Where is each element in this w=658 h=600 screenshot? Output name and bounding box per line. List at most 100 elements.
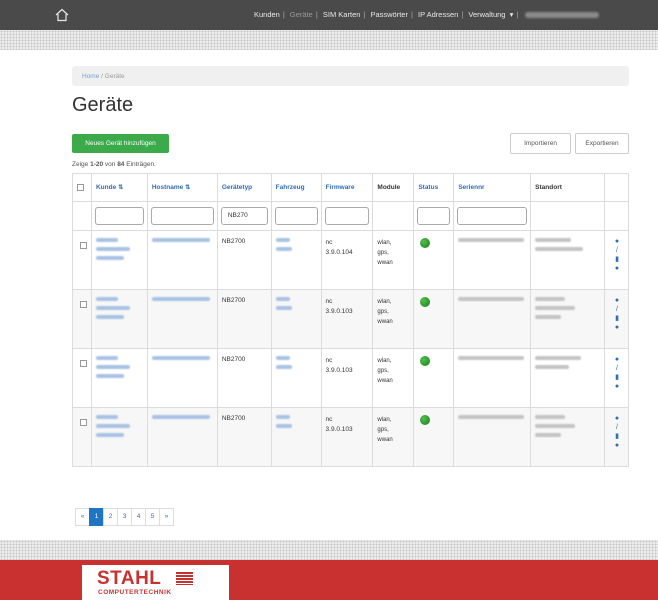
table-row[interactable]: NB2700 nc 3.9.0.103 wlan, gps, wwan ● / ▮ ●	[72, 407, 629, 467]
edit-icon[interactable]: /	[609, 423, 625, 432]
pagination: « 1 2 3 4 5 »	[75, 508, 174, 526]
sort-icon[interactable]: ⇅	[118, 184, 123, 191]
delete-icon[interactable]: ▮	[609, 373, 625, 382]
cell-fahrzeug[interactable]	[270, 407, 322, 467]
col-hostname[interactable]: Hostname ⇅	[146, 173, 218, 202]
view-icon[interactable]: ●	[609, 296, 625, 305]
table-row[interactable]: NB2700 nc 3.9.0.103 wlan, gps, wwan ● / ▮ ●	[72, 289, 629, 349]
cell-firmware[interactable]: nc 3.9.0.104	[320, 230, 374, 290]
view-icon[interactable]: ●	[609, 414, 625, 423]
cell-firmware[interactable]: nc 3.9.0.103	[320, 289, 374, 349]
cell-seriennr	[453, 230, 532, 290]
table-row[interactable]: NB2700 nc 3.9.0.104 wlan, gps, wwan ● / ▮ ●	[72, 230, 629, 290]
pagination-prev[interactable]: «	[75, 508, 90, 526]
filter-status-input[interactable]	[417, 207, 451, 225]
col-fahrzeug[interactable]: Fahrzeug	[270, 173, 322, 202]
filter-kunde-input[interactable]	[94, 207, 144, 225]
nav-item-kunden[interactable]: Kunden	[254, 10, 280, 19]
pagination-page-5[interactable]: 5	[145, 508, 160, 526]
col-firmware[interactable]: Firmware	[320, 173, 374, 202]
filter-fahrzeug-input[interactable]	[274, 207, 318, 225]
view-icon[interactable]: ●	[609, 355, 625, 364]
pagination-page-2[interactable]: 2	[103, 508, 118, 526]
delete-icon[interactable]: ▮	[609, 255, 625, 264]
col-module: Module	[372, 173, 415, 202]
nav-item-sim-karten[interactable]: SIM Karten	[323, 10, 361, 19]
filter-hostname-input[interactable]	[150, 207, 214, 225]
delete-icon[interactable]: ▮	[609, 432, 625, 441]
import-button[interactable]: Importieren	[510, 133, 571, 154]
col-geraetetyp[interactable]: Gerätetyp	[216, 173, 272, 202]
edit-icon[interactable]: /	[609, 246, 625, 255]
cell-hostname[interactable]	[146, 348, 218, 408]
header-pattern	[0, 30, 658, 50]
devices-table: Kunde ⇅ Hostname ⇅ Gerätetyp Fahrzeug Firm…	[72, 173, 629, 467]
result-counter: Zeige 1-20 von 84 Einträgen.	[72, 161, 156, 168]
cell-seriennr	[453, 407, 532, 467]
sort-icon[interactable]: ⇅	[185, 184, 190, 191]
cell-hostname[interactable]	[146, 289, 218, 349]
user-menu[interactable]	[525, 12, 600, 19]
select-all-checkbox[interactable]	[77, 184, 84, 191]
cell-standort	[530, 289, 606, 349]
add-device-button[interactable]: Neues Gerät hinzufügen	[72, 134, 169, 153]
col-status[interactable]: Status	[413, 173, 455, 202]
row-checkbox[interactable]	[80, 301, 87, 308]
breadcrumb: Home / Geräte	[72, 66, 629, 86]
row-checkbox[interactable]	[80, 419, 87, 426]
cell-firmware[interactable]: nc 3.9.0.103	[320, 407, 374, 467]
delete-icon[interactable]: ▮	[609, 314, 625, 323]
main-content: Home / Geräte Geräte Neues Gerät hinzufü…	[22, 50, 652, 540]
home-icon[interactable]	[55, 8, 69, 22]
nav-item-passwoerter[interactable]: Passwörter	[370, 10, 408, 19]
export-button[interactable]: Exportieren	[575, 133, 629, 154]
view-icon[interactable]: ●	[609, 237, 625, 246]
company-logo: STAHL COMPUTERTECHNIK	[82, 565, 229, 600]
pagination-page-4[interactable]: 4	[131, 508, 146, 526]
cell-geraetetyp: NB2700	[216, 230, 272, 290]
pagination-page-3[interactable]: 3	[117, 508, 132, 526]
cell-fahrzeug[interactable]	[270, 230, 322, 290]
pagination-next[interactable]: »	[159, 508, 174, 526]
nav-item-ip-adressen[interactable]: IP Adressen	[418, 10, 458, 19]
table-row[interactable]: NB2700 nc 3.9.0.103 wlan, gps, wwan ● / ▮ ●	[72, 348, 629, 408]
cell-fahrzeug[interactable]	[270, 348, 322, 408]
edit-icon[interactable]: /	[609, 364, 625, 373]
main-nav: Kunden | Geräte | SIM Karten | Passwörter | …	[253, 10, 600, 19]
pagination-page-1[interactable]: 1	[89, 508, 104, 526]
col-standort: Standort	[530, 173, 606, 202]
col-kunde[interactable]: Kunde ⇅	[90, 173, 148, 202]
refresh-icon[interactable]: ●	[609, 441, 625, 450]
footer-pattern	[0, 540, 658, 560]
dropdown-caret-icon[interactable]: ▾	[510, 10, 514, 19]
top-navbar: Kunden | Geräte | SIM Karten | Passwörter | …	[0, 0, 658, 30]
nav-item-geraete[interactable]: Geräte	[290, 10, 313, 19]
filter-firmware-input[interactable]	[324, 207, 370, 225]
status-online-icon	[420, 297, 431, 307]
logo-subtitle: COMPUTERTECHNIK	[98, 589, 172, 596]
cell-hostname[interactable]	[146, 407, 218, 467]
row-checkbox[interactable]	[80, 360, 87, 367]
cell-kunde[interactable]	[90, 289, 148, 349]
status-online-icon	[420, 238, 431, 248]
cell-kunde[interactable]	[90, 230, 148, 290]
breadcrumb-home[interactable]: Home	[82, 73, 99, 80]
filter-geraetetyp-input[interactable]: NB270	[220, 207, 268, 225]
refresh-icon[interactable]: ●	[609, 382, 625, 391]
cell-kunde[interactable]	[90, 407, 148, 467]
nav-item-verwaltung[interactable]: Verwaltung	[468, 10, 505, 19]
cell-fahrzeug[interactable]	[270, 289, 322, 349]
edit-icon[interactable]: /	[609, 305, 625, 314]
breadcrumb-current: Geräte	[104, 73, 125, 80]
filter-row: NB270	[72, 201, 629, 231]
col-seriennr[interactable]: Seriennr	[453, 173, 532, 202]
refresh-icon[interactable]: ●	[609, 264, 625, 273]
cell-hostname[interactable]	[146, 230, 218, 290]
cell-kunde[interactable]	[90, 348, 148, 408]
cell-geraetetyp: NB2700	[216, 348, 272, 408]
refresh-icon[interactable]: ●	[609, 323, 625, 332]
cell-geraetetyp: NB2700	[216, 407, 272, 467]
row-checkbox[interactable]	[80, 242, 87, 249]
cell-firmware[interactable]: nc 3.9.0.103	[320, 348, 374, 408]
filter-seriennr-input[interactable]	[457, 207, 528, 225]
